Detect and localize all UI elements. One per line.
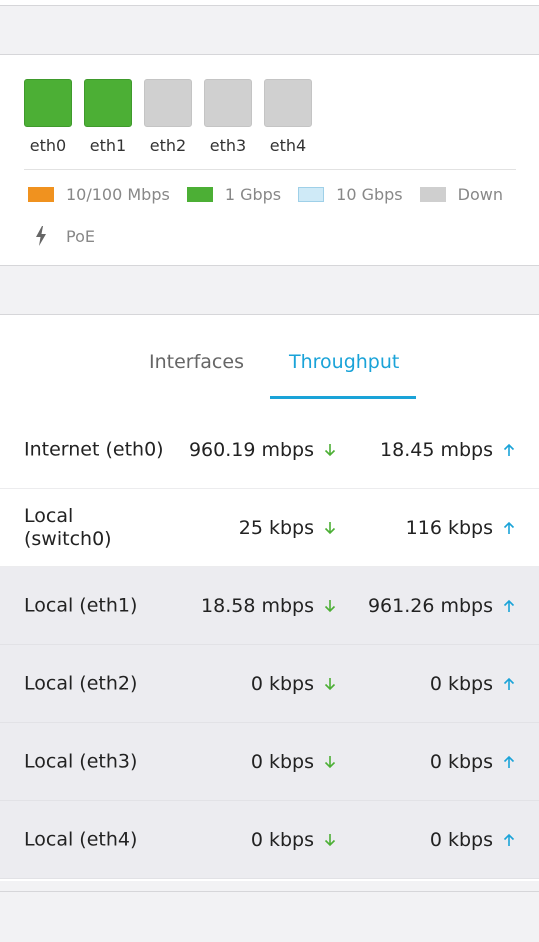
table-row: Local (switch0) 25 kbps 116 kbps [0, 489, 539, 567]
arrow-up-icon [503, 443, 515, 457]
port-eth2[interactable]: eth2 [144, 79, 192, 155]
active-tab-indicator [270, 396, 416, 399]
legend-label: 1 Gbps [224, 184, 282, 204]
arrow-down-icon [324, 443, 336, 457]
download-rate: 25 kbps [239, 517, 336, 539]
arrow-down-icon [324, 599, 336, 613]
interface-name: Local (eth2) [24, 672, 138, 694]
interface-name: Local (eth4) [24, 828, 138, 850]
tab-bar: Interfaces Throughput [0, 315, 539, 399]
legend-label: Down [457, 184, 503, 204]
upload-rate: 0 kbps [430, 751, 515, 773]
upload-rate: 961.26 mbps [368, 595, 515, 617]
download-rate: 0 kbps [251, 673, 336, 695]
tab-interfaces[interactable]: Interfaces [149, 351, 244, 373]
arrow-down-icon [324, 521, 336, 535]
orange-swatch [28, 186, 54, 202]
arrow-up-icon [503, 521, 515, 535]
port-list: eth0 eth1 eth2 eth3 eth4 [24, 79, 312, 155]
ports-divider [24, 169, 516, 170]
port-status-indicator [204, 79, 252, 127]
arrow-up-icon [503, 755, 515, 769]
arrow-up-icon [503, 833, 515, 847]
interface-name: Local (eth3) [24, 750, 138, 772]
ports-card: eth0 eth1 eth2 eth3 eth4 10/100 Mbps 1 G… [0, 54, 539, 266]
interface-name: Local (switch0) [24, 504, 112, 550]
tab-throughput[interactable]: Throughput [289, 351, 399, 373]
throughput-table: Internet (eth0) 960.19 mbps 18.45 mbps L… [0, 411, 539, 879]
interface-name: Local (eth1) [24, 594, 138, 616]
port-eth4[interactable]: eth4 [264, 79, 312, 155]
arrow-down-icon [324, 755, 336, 769]
table-row: Local (eth1) 18.58 mbps 961.26 mbps [0, 567, 539, 645]
download-rate: 0 kbps [251, 751, 336, 773]
upload-rate: 116 kbps [406, 517, 515, 539]
interface-name: Internet (eth0) [24, 438, 164, 460]
arrow-up-icon [503, 599, 515, 613]
arrow-up-icon [503, 677, 515, 691]
port-status-indicator [144, 79, 192, 127]
port-status-indicator [264, 79, 312, 127]
arrow-down-icon [324, 833, 336, 847]
legend-label: 10 Gbps [336, 184, 403, 204]
light-blue-swatch [298, 186, 325, 202]
grey-swatch [419, 186, 446, 202]
table-row: Local (eth3) 0 kbps 0 kbps [0, 723, 539, 801]
download-rate: 18.58 mbps [201, 595, 336, 617]
port-eth3[interactable]: eth3 [204, 79, 252, 155]
lightning-bolt-icon [28, 226, 54, 246]
legend-label: PoE [66, 226, 95, 246]
upload-rate: 18.45 mbps [380, 439, 515, 461]
legend-item-100mbps: 10/100 Mbps [28, 181, 170, 207]
port-status-indicator [24, 79, 72, 127]
legend-item-10gbps: 10 Gbps [298, 181, 403, 207]
download-rate: 960.19 mbps [189, 439, 336, 461]
bottom-card-edge [0, 891, 539, 942]
port-eth0[interactable]: eth0 [24, 79, 72, 155]
table-row: Local (eth2) 0 kbps 0 kbps [0, 645, 539, 723]
green-swatch [186, 186, 213, 202]
arrow-down-icon [324, 677, 336, 691]
port-eth1[interactable]: eth1 [84, 79, 132, 155]
port-status-indicator [84, 79, 132, 127]
port-label: eth0 [29, 136, 67, 155]
port-label: eth3 [209, 136, 247, 155]
throughput-card: Interfaces Throughput Internet (eth0) 96… [0, 314, 539, 881]
upload-rate: 0 kbps [430, 829, 515, 851]
download-rate: 0 kbps [251, 829, 336, 851]
legend-item-1gbps: 1 Gbps [186, 181, 282, 207]
table-row: Local (eth4) 0 kbps 0 kbps [0, 801, 539, 879]
legend-item-poe: PoE [28, 223, 95, 249]
upload-rate: 0 kbps [430, 673, 515, 695]
legend-item-down: Down [419, 181, 503, 207]
port-label: eth2 [149, 136, 187, 155]
port-label: eth1 [89, 136, 127, 155]
port-label: eth4 [269, 136, 307, 155]
legend-label: 10/100 Mbps [66, 184, 170, 204]
top-card-edge [0, 0, 539, 6]
table-row: Internet (eth0) 960.19 mbps 18.45 mbps [0, 411, 539, 489]
port-legend: 10/100 Mbps 1 Gbps 10 Gbps Down PoE [28, 181, 528, 249]
